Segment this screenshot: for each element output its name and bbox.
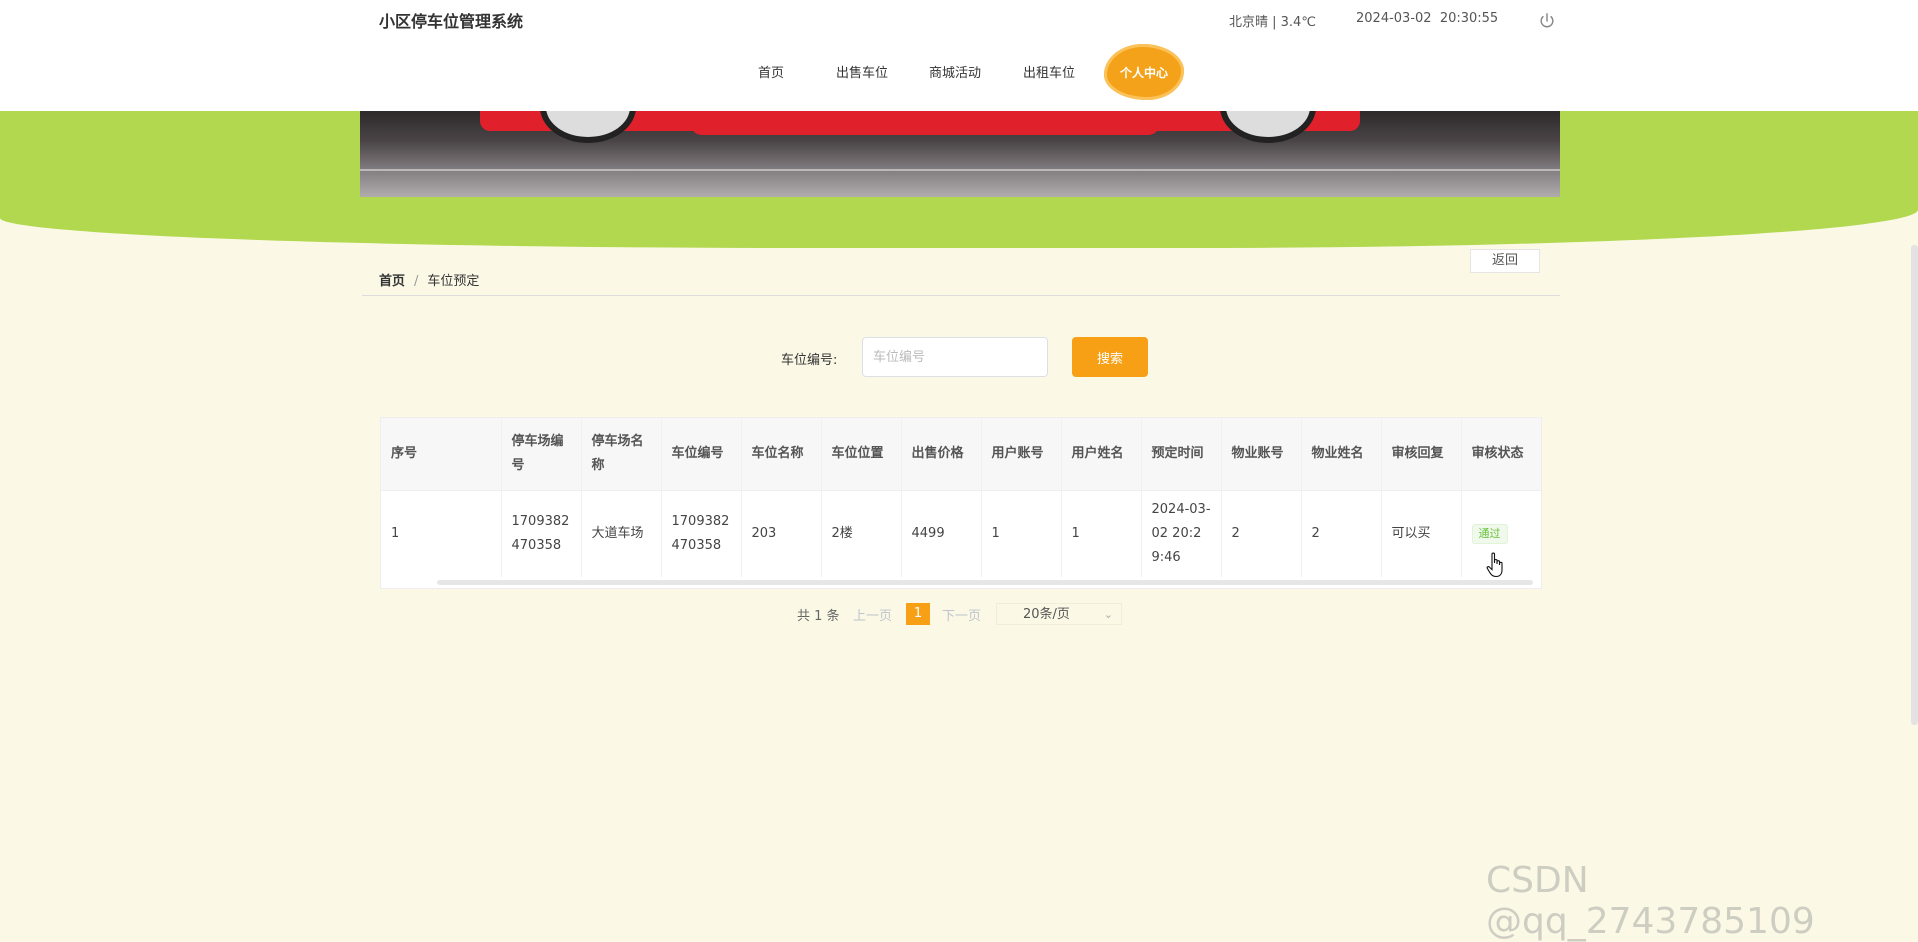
table-header-row: 序号 停车场编号 停车场名称 车位编号 车位名称 车位位置 出售价格 用户账号 …	[381, 418, 1541, 491]
cell-space-location: 2楼	[821, 490, 902, 577]
banner-car-image	[360, 111, 1560, 197]
col-header-user-name: 用户姓名	[1061, 418, 1142, 491]
nav-item-sell-spaces[interactable]: 出售车位	[836, 62, 888, 81]
top-header: 小区停车位管理系统 北京晴 | 3.4℃ 2024-03-02 20:30:55…	[0, 0, 1918, 111]
cell-reserve-time: 2024-03-02 20:29:46	[1141, 490, 1222, 577]
pagination-page-1[interactable]: 1	[906, 603, 930, 625]
cell-user-account: 1	[981, 490, 1062, 577]
personal-center-button[interactable]: 个人中心	[1104, 44, 1184, 100]
pagination-prev[interactable]: 上一页	[853, 605, 892, 624]
table-row[interactable]: 1 1709382470358 大道车场 1709382470358 203 2…	[381, 490, 1541, 577]
search-input[interactable]	[862, 337, 1048, 377]
status-badge[interactable]: 通过	[1471, 524, 1508, 544]
col-header-lot-no: 停车场编号	[501, 418, 582, 491]
col-header-property-name: 物业姓名	[1301, 418, 1382, 491]
col-header-space-location: 车位位置	[821, 418, 902, 491]
weather-text: 北京晴 | 3.4℃	[1229, 15, 1316, 30]
col-header-review-status: 审核状态	[1461, 418, 1541, 491]
hand-cursor-icon	[1486, 552, 1503, 578]
col-header-property-account: 物业账号	[1221, 418, 1302, 491]
nav-item-mall-activities[interactable]: 商城活动	[929, 62, 981, 81]
cell-price: 4499	[901, 490, 982, 577]
breadcrumb-divider	[362, 295, 1560, 296]
col-header-space-no: 车位编号	[661, 418, 742, 491]
table-horizontal-scrollbar[interactable]	[437, 580, 1533, 585]
return-button[interactable]: 返回	[1470, 249, 1540, 273]
nav-item-home[interactable]: 首页	[758, 62, 784, 81]
nav-item-rent-spaces[interactable]: 出租车位	[1023, 62, 1075, 81]
cell-user-name: 1	[1061, 490, 1142, 577]
power-icon[interactable]	[1538, 12, 1556, 30]
pagination-next[interactable]: 下一页	[942, 605, 981, 624]
col-header-price: 出售价格	[901, 418, 982, 491]
cell-review-reply: 可以买	[1381, 490, 1462, 577]
col-header-review-reply: 审核回复	[1381, 418, 1462, 491]
cell-lot-no: 1709382470358	[501, 490, 582, 577]
pagination: 共 1 条 上一页 1 下一页 20条/页 ⌄	[0, 603, 1918, 625]
breadcrumb-home[interactable]: 首页	[379, 274, 405, 289]
breadcrumb-separator: /	[414, 274, 419, 289]
banner	[0, 111, 1918, 248]
cell-property-account: 2	[1221, 490, 1302, 577]
col-header-user-account: 用户账号	[981, 418, 1062, 491]
app-title: 小区停车位管理系统	[379, 12, 524, 31]
cell-space-name: 203	[741, 490, 822, 577]
col-header-reserve-time: 预定时间	[1141, 418, 1222, 491]
chevron-down-icon: ⌄	[1103, 608, 1113, 621]
col-header-space-name: 车位名称	[741, 418, 822, 491]
datetime-text: 2024-03-02 20:30:55	[1356, 11, 1499, 26]
search-button[interactable]: 搜索	[1072, 337, 1148, 377]
reservation-table: 序号 停车场编号 停车场名称 车位编号 车位名称 车位位置 出售价格 用户账号 …	[380, 417, 1542, 589]
page-vertical-scrollbar[interactable]	[1911, 245, 1918, 725]
cell-space-no: 1709382470358	[661, 490, 742, 577]
page-size-value: 20条/页	[1023, 607, 1070, 622]
main-nav: 首页 出售车位 商城活动 出租车位	[0, 56, 1918, 84]
pagination-total: 共 1 条	[797, 609, 840, 624]
col-header-index: 序号	[381, 418, 502, 491]
page-size-select[interactable]: 20条/页 ⌄	[996, 603, 1122, 625]
breadcrumb: 首页 / 车位预定	[379, 270, 479, 289]
breadcrumb-current: 车位预定	[427, 274, 480, 289]
search-label: 车位编号:	[781, 353, 838, 368]
cell-lot-name: 大道车场	[581, 490, 662, 577]
cell-index: 1	[381, 490, 502, 577]
col-header-lot-name: 停车场名称	[581, 418, 662, 491]
watermark: CSDN @qq_2743785109	[1486, 860, 1815, 942]
cell-property-name: 2	[1301, 490, 1382, 577]
